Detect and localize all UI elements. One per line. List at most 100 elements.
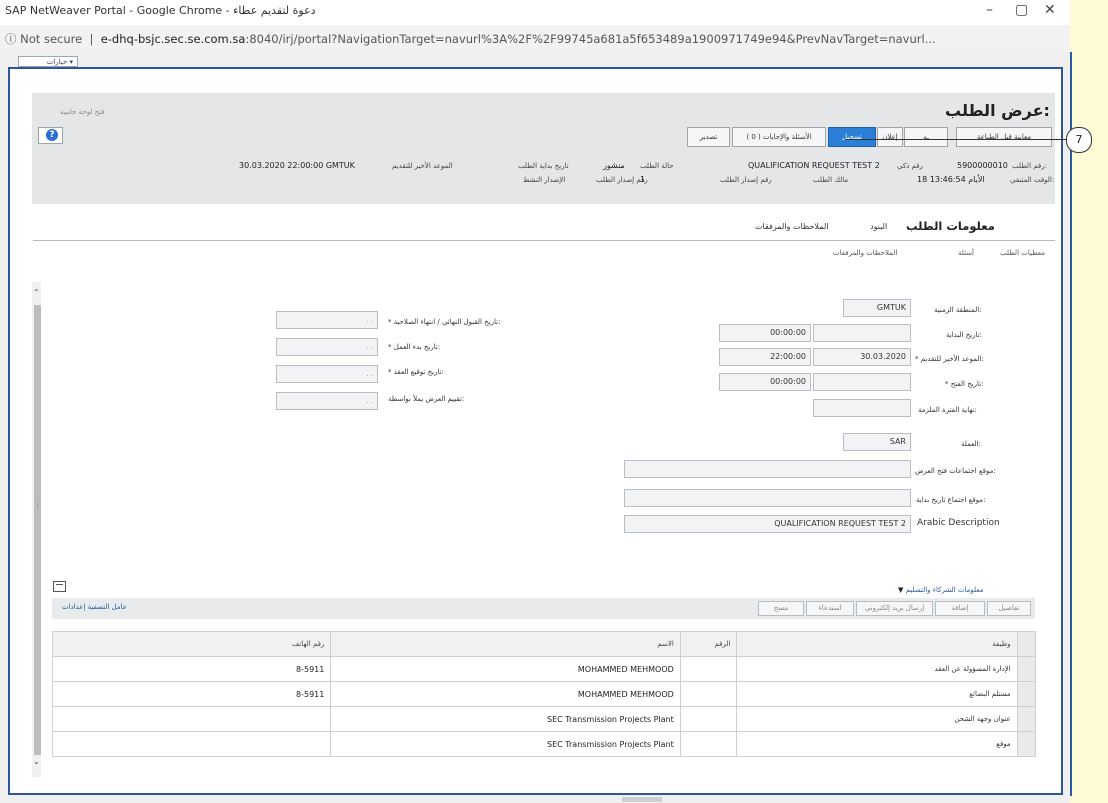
final-acceptance-field[interactable]: . .: [276, 311, 378, 329]
meta-number-label: رقم الطلب:: [1012, 162, 1047, 170]
deadline-time-field[interactable]: 22:00:00: [719, 348, 811, 366]
add-button[interactable]: إضافة: [935, 601, 985, 616]
tab-items[interactable]: البنود: [870, 222, 887, 231]
evaluated-by-field[interactable]: . .: [276, 392, 378, 410]
scroll-up-icon[interactable]: ⌃: [33, 288, 40, 297]
side-band: [1070, 0, 1108, 803]
cell-number: [679, 681, 738, 707]
table-row[interactable]: SEC Transmission Projects Plant عنوان وج…: [51, 706, 1037, 732]
cell-name: MOHAMMED MEHMOOD: [330, 681, 681, 707]
row-selector[interactable]: [1016, 681, 1037, 707]
final-acceptance-label: * تاريخ القبول النهائي / انتهاء الصلاحية…: [388, 318, 501, 326]
currency-field[interactable]: SAR: [843, 433, 911, 451]
opening-time-field[interactable]: 00:00:00: [719, 373, 811, 391]
cell-phone: 8-5911: [51, 656, 332, 682]
table-row[interactable]: 8-5911 MOHAMMED MEHMOOD مستلم البضائع: [51, 681, 1037, 707]
meta-version-num-value: 1: [640, 175, 646, 184]
qa-button[interactable]: الأسئلة والإجابات ( 0 ): [732, 127, 826, 147]
cell-name: SEC Transmission Projects Plant: [330, 706, 681, 732]
side-panel-link[interactable]: فتح لوحة جانبية: [60, 108, 105, 116]
window-titlebar: SAP NetWeaver Portal - Google Chrome - د…: [0, 0, 1070, 25]
col-function[interactable]: وظيفة: [736, 631, 1018, 657]
opening-location-field[interactable]: [624, 460, 911, 478]
start-location-field[interactable]: [624, 489, 911, 507]
start-date-field[interactable]: [813, 324, 911, 342]
window-title: SAP NetWeaver Portal - Google Chrome - د…: [5, 4, 316, 17]
delete-button[interactable]: مسح: [758, 601, 804, 616]
minimize-button[interactable]: –: [986, 2, 993, 18]
tab-notes[interactable]: الملاحظات والمرفقات: [755, 222, 828, 231]
subtab-notes[interactable]: الملاحظات والمرفقات: [833, 249, 897, 257]
bottom-handle[interactable]: [622, 797, 662, 802]
start-location-label: موقع اجتماع تاريخ بداية:: [916, 496, 986, 504]
deadline-label: * الموعد الأخير للتقديم:: [915, 355, 984, 363]
scroll-thumb[interactable]: [34, 305, 41, 755]
print-preview-button[interactable]: معاينة قبل الطباعة: [956, 127, 1052, 147]
col-phone[interactable]: رقم الهاتف: [51, 631, 332, 657]
url-domain: e-dhq-bsjc.sec.se.com.sa: [100, 32, 246, 46]
scroll-down-icon[interactable]: ⌄: [33, 757, 40, 766]
cell-number: [679, 656, 738, 682]
meta-name-label: رقم ذكي: [897, 162, 923, 170]
send-email-button[interactable]: إرسال بريد إلكتروني: [856, 601, 933, 616]
cell-phone: [51, 706, 332, 732]
subtab-request-data[interactable]: معطيات الطلب: [1000, 249, 1045, 257]
deadline-date-field[interactable]: 30.03.2020: [813, 348, 911, 366]
work-start-label: * تاريخ بدء العمل:: [388, 343, 441, 351]
header-panel: [32, 93, 1055, 204]
cell-number: [679, 731, 738, 757]
timezone-field[interactable]: GMTUK: [843, 299, 911, 317]
address-bar[interactable]: ⓘ Not secure | e-dhq-bsjc.sec.se.com.sa:…: [0, 25, 1070, 53]
start-time-field[interactable]: 00:00:00: [719, 324, 811, 342]
filter-settings-link[interactable]: عامل التصفية إعدادات: [62, 603, 127, 611]
binding-period-field[interactable]: [813, 399, 911, 417]
announce-button[interactable]: إعلان: [877, 127, 903, 147]
splitter-handle-icon[interactable]: ⋮: [34, 500, 42, 509]
work-start-field[interactable]: . .: [276, 338, 378, 356]
subtab-questions[interactable]: أسئلة: [958, 249, 974, 257]
close-button[interactable]: ✕: [1044, 2, 1056, 18]
col-name[interactable]: الاسم: [330, 631, 681, 657]
row-selector[interactable]: [1016, 656, 1037, 682]
row-selector[interactable]: [1016, 731, 1037, 757]
contract-sign-field[interactable]: . .: [276, 365, 378, 383]
security-status: Not secure: [20, 32, 83, 46]
start-date-label: تاريخ البداية:: [946, 331, 983, 339]
help-icon: ?: [46, 129, 58, 141]
table-row[interactable]: SEC Transmission Projects Plant موقع: [51, 731, 1037, 757]
meta-start-label: تاريخ بداية الطلب: [518, 162, 569, 170]
maximize-button[interactable]: ▢: [1015, 2, 1028, 18]
table-row[interactable]: 8-5911 MOHAMMED MEHMOOD الإدارة المسؤولة…: [51, 656, 1037, 682]
collapse-icon[interactable]: [53, 581, 66, 592]
details-button[interactable]: تفاصيل: [987, 601, 1031, 616]
row-selector[interactable]: [1016, 706, 1037, 732]
bottom-strip: [0, 796, 1070, 803]
meta-remaining-value: 18 الأيام 13:46:54: [917, 175, 985, 184]
binding-period-label: نهاية الفترة الملزمة:: [918, 406, 977, 414]
timezone-label: المنطقة الزمنية:: [934, 306, 982, 314]
cell-function: الإدارة المسؤولة عن العقد: [736, 656, 1018, 682]
toolbar-button-2[interactable]: ـه: [904, 127, 948, 147]
opening-date-field[interactable]: [813, 373, 911, 391]
partners-section-title[interactable]: ▼ معلومات الشركاء والتسليم: [898, 586, 983, 594]
address-text[interactable]: ⓘ Not secure | e-dhq-bsjc.sec.se.com.sa:…: [5, 31, 936, 47]
meta-status-label: حالة الطلب: [640, 162, 674, 170]
options-button[interactable]: خيارات ▾: [18, 56, 78, 67]
call-button[interactable]: استدعاء: [806, 601, 854, 616]
tab-request-info[interactable]: معلومات الطلب: [906, 219, 995, 233]
help-button[interactable]: ?: [38, 127, 63, 144]
register-button[interactable]: تسجيل: [828, 127, 876, 147]
page-title: عرض الطلب:: [945, 101, 1050, 120]
arabic-description-label: Arabic Description: [917, 518, 1000, 528]
meta-deadline-value: 30.03.2020 22:00:00 GMTUK: [239, 161, 355, 170]
callout-marker: 7: [1066, 127, 1092, 153]
select-all-cell[interactable]: [1016, 631, 1037, 657]
cell-function: عنوان وجهة الشحن: [736, 706, 1018, 732]
meta-version-label: رقم إصدار الطلب: [720, 176, 772, 184]
url-path: :8040/irj/portal?NavigationTarget=navurl…: [245, 32, 936, 46]
meta-name-value: QUALIFICATION REQUEST TEST 2: [748, 161, 880, 170]
export-button[interactable]: تصدير: [687, 127, 730, 147]
col-number[interactable]: الرقم: [679, 631, 738, 657]
arabic-description-field[interactable]: QUALIFICATION REQUEST TEST 2: [624, 515, 911, 533]
meta-number-value: 5900000010: [957, 161, 1008, 170]
